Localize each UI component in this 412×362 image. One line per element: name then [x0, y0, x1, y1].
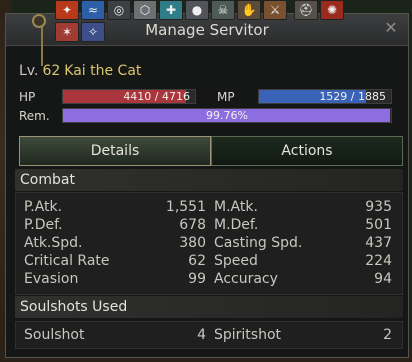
window-hook-line — [41, 24, 43, 66]
stat-value-speed: 224 — [365, 253, 392, 269]
cross-icon[interactable]: ✚ — [159, 0, 183, 20]
orb-icon[interactable]: ● — [185, 0, 209, 20]
combat-header: Combat — [15, 169, 403, 191]
close-icon[interactable]: ✕ — [382, 19, 400, 37]
hp-value: 4410 / 4716 — [123, 90, 190, 103]
combat-stats-panel: P.Atk. 1,551 P.Def. 678 Atk.Spd. 380 Cri… — [15, 192, 403, 295]
stat-label-accuracy: Accuracy — [214, 271, 278, 287]
mp-bar: 1529 / 1885 — [258, 89, 392, 104]
soulshots-header: Soulshots Used — [15, 296, 403, 318]
level-label: Lv. — [19, 63, 39, 79]
helmet-icon[interactable]: ⛑ — [294, 0, 318, 20]
tab-actions[interactable]: Actions — [211, 136, 403, 166]
stat-value-atkspd: 380 — [179, 235, 206, 251]
spiritshot-value: 2 — [383, 327, 392, 343]
stat-label-speed: Speed — [214, 253, 258, 269]
level-value: 62 — [42, 63, 61, 79]
hand-icon[interactable]: ✋ — [237, 0, 261, 20]
stat-label-atkspd: Atk.Spd. — [24, 235, 83, 251]
remaining-bar: 99.76% — [62, 108, 392, 123]
sword-icon[interactable]: ⚔ — [263, 0, 287, 20]
soulshot-label: Soulshot — [24, 327, 85, 343]
stat-label-pdef: P.Def. — [24, 217, 63, 233]
hp-label: HP — [19, 90, 36, 104]
stat-value-pdef: 678 — [179, 217, 206, 233]
star-icon[interactable]: ✧ — [81, 22, 105, 42]
circle-icon[interactable]: ◎ — [107, 0, 131, 20]
stat-label-matk: M.Atk. — [214, 199, 258, 215]
flame-icon[interactable]: ✦ — [55, 0, 79, 20]
stat-label-patk: P.Atk. — [24, 199, 63, 215]
soulshots-panel: Soulshot 4 Spiritshot 2 — [15, 321, 403, 349]
remaining-label: Rem. — [19, 109, 50, 123]
stat-value-critical-rate: 62 — [188, 253, 206, 269]
soulshot-value: 4 — [197, 327, 206, 343]
stat-label-evasion: Evasion — [24, 271, 79, 287]
spiritshot-label: Spiritshot — [214, 327, 282, 343]
hp-bar: 4410 / 4716 — [62, 89, 196, 104]
burst-icon[interactable]: ✺ — [320, 0, 344, 20]
servitor-name: Kai the Cat — [64, 63, 142, 79]
servitor-name-row: Lv. 62 Kai the Cat — [19, 63, 141, 79]
stat-value-accuracy: 94 — [374, 271, 392, 287]
window-ring-icon — [32, 14, 46, 28]
mp-value: 1529 / 1885 — [319, 90, 386, 103]
stat-value-mdef: 501 — [365, 217, 392, 233]
mp-label: MP — [217, 90, 235, 104]
skull-icon[interactable]: ☠ — [211, 0, 235, 20]
wave-icon[interactable]: ≈ — [81, 0, 105, 20]
shield-icon[interactable]: ⬡ — [133, 0, 157, 20]
stat-label-critical-rate: Critical Rate — [24, 253, 110, 269]
stat-value-matk: 935 — [365, 199, 392, 215]
remaining-value: 99.76% — [206, 109, 248, 122]
manage-servitor-window[interactable]: Manage Servitor ✕ Lv. 62 Kai the Cat HP 44… — [5, 13, 409, 358]
tab-details[interactable]: Details — [19, 136, 211, 166]
stat-label-casting-spd: Casting Spd. — [214, 235, 303, 251]
spark-icon[interactable]: ✶ — [55, 22, 79, 42]
stat-value-patk: 1,551 — [165, 199, 206, 215]
stat-label-mdef: M.Def. — [214, 217, 259, 233]
stat-value-evasion: 99 — [188, 271, 206, 287]
buff-icon-strip: ✦ ≈ ◎ ⬡ ✚ ● ☠ ✋ ⚔ ✶ ✧ ⛑ ✺ — [55, 0, 365, 46]
stat-value-casting-spd: 437 — [365, 235, 392, 251]
